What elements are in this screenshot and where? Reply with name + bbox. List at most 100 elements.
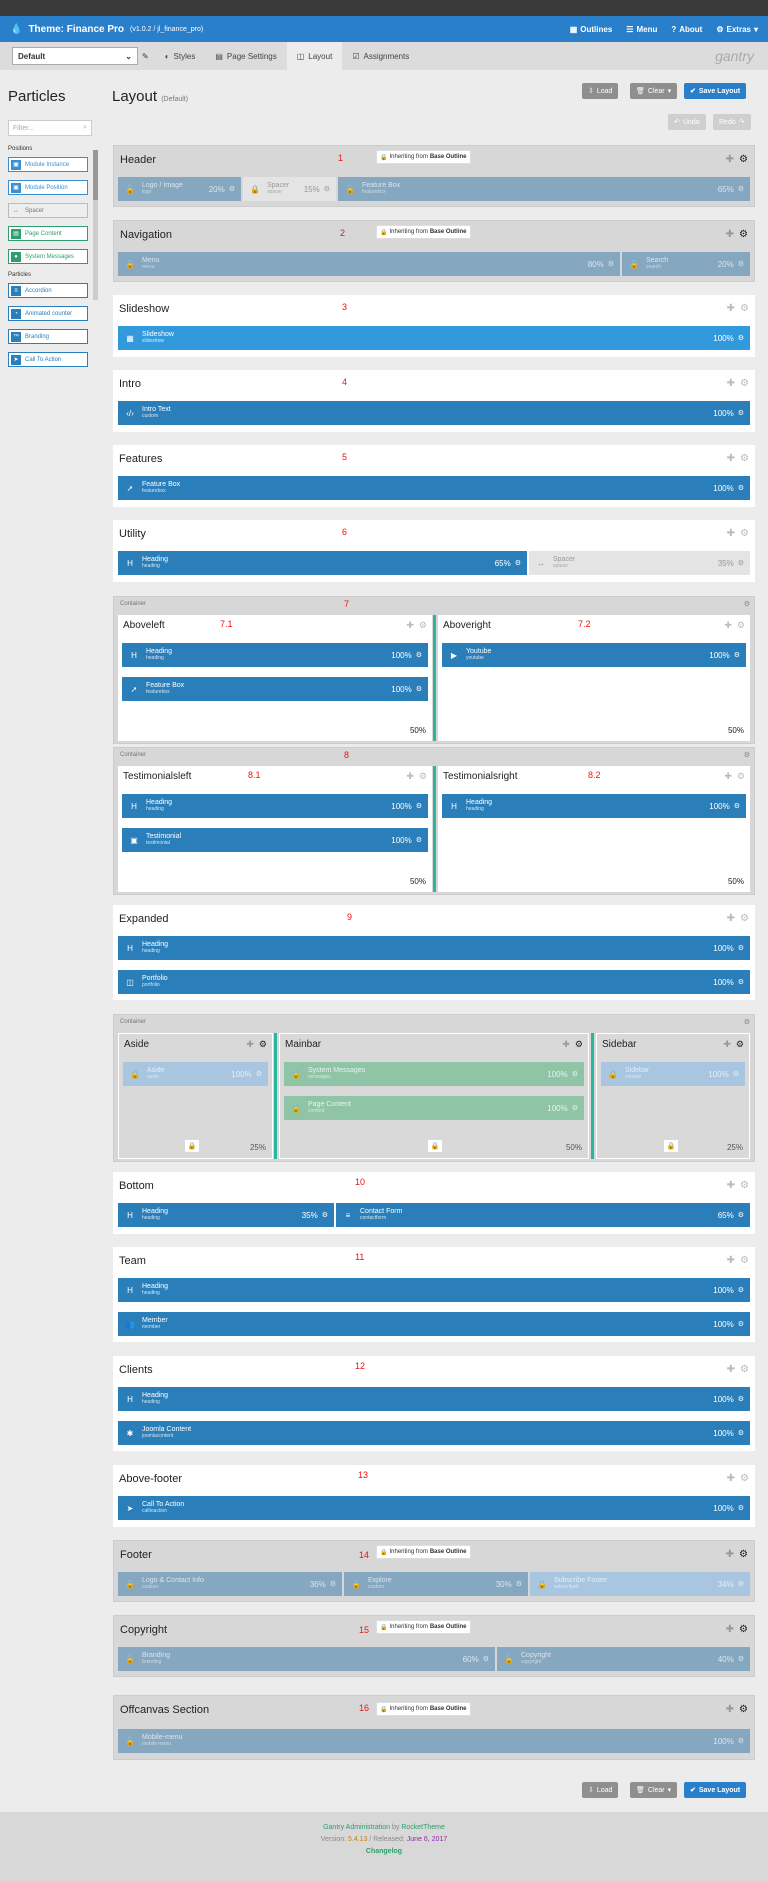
plus-icon[interactable]: ✚ (727, 913, 735, 924)
save-layout-button-bottom[interactable]: ✔ Save Layout (684, 1782, 747, 1798)
gear-icon[interactable]: ⚙ (229, 185, 235, 193)
sidebar-item-page-content[interactable]: ▤ Page Content (8, 226, 88, 241)
gear-icon[interactable]: ⚙ (740, 453, 749, 464)
plus-icon[interactable]: ✚ (727, 1364, 735, 1375)
block-page-content[interactable]: 🔒 Page Content content 100% ⚙ (284, 1096, 584, 1120)
gear-icon[interactable]: ⚙ (738, 1429, 744, 1437)
gear-icon[interactable]: ⚙ (738, 1580, 744, 1588)
sidebar-item-branding[interactable]: ™ Branding (8, 329, 88, 344)
gear-icon[interactable]: ⚙ (738, 409, 744, 417)
block-intro-text[interactable]: ‹/› Intro Text custom 100% ⚙ (118, 401, 750, 425)
gear-icon[interactable]: ⚙ (738, 334, 744, 342)
block-call-to-action[interactable]: ➤ Call To Action calltoaction 100% ⚙ (118, 1496, 750, 1520)
gear-icon[interactable]: ⚙ (416, 651, 422, 659)
gear-icon[interactable]: ⚙ (740, 528, 749, 539)
clear-button[interactable]: 🗑 Clear ▾ (630, 83, 678, 99)
nav-menu[interactable]: ☰ Menu (626, 25, 657, 34)
clear-button-bottom[interactable]: 🗑 Clear ▾ (630, 1782, 678, 1798)
sidebar-item-call-to-action[interactable]: ➤ Call To Action (8, 352, 88, 367)
block-joomla-content[interactable]: ✱ Joomla Content joomlacontent 100% ⚙ (118, 1421, 750, 1445)
gear-icon[interactable]: ⚙ (738, 944, 744, 952)
gear-icon[interactable]: ⚙ (575, 1039, 583, 1050)
gear-icon[interactable]: ⚙ (739, 154, 748, 165)
block-slideshow[interactable]: ▦ Slideshow slideshow 100% ⚙ (118, 326, 750, 350)
block-spacer[interactable]: ↔ Spacer spacer 35% ⚙ (529, 551, 750, 575)
block-copyright[interactable]: 🔒 Copyright copyright 40% ⚙ (497, 1647, 750, 1671)
tab-styles[interactable]: ◐ Styles (155, 42, 206, 70)
block-logo-contact-info[interactable]: 🔒 Logo & Contact Info custom 36% ⚙ (118, 1572, 342, 1596)
block-heading[interactable]: H Heading heading 100% ⚙ (118, 936, 750, 960)
outline-select[interactable]: Default ⌄ (12, 47, 138, 65)
gear-icon[interactable]: ⚙ (416, 685, 422, 693)
block-branding[interactable]: 🔒 Branding branding 60% ⚙ (118, 1647, 495, 1671)
column-splitter[interactable] (433, 615, 436, 741)
undo-button[interactable]: ↶ Undo (668, 114, 706, 130)
gear-icon[interactable]: ⚙ (738, 1395, 744, 1403)
gear-icon[interactable]: ⚙ (416, 836, 422, 844)
sidebar-item-system-messages[interactable]: ● System Messages (8, 249, 88, 264)
gear-icon[interactable]: ⚙ (740, 1180, 749, 1191)
block-sidebar[interactable]: 🔒 Sidebar sidebar 100% ⚙ (601, 1062, 745, 1086)
nav-outlines[interactable]: ▦ Outlines (570, 25, 613, 34)
gear-icon[interactable]: ⚙ (737, 771, 745, 782)
plus-icon[interactable]: ✚ (406, 620, 414, 631)
gear-icon[interactable]: ⚙ (736, 1039, 744, 1050)
plus-icon[interactable]: ✚ (724, 771, 732, 782)
tab-layout[interactable]: ◫ Layout (286, 42, 343, 70)
lock-icon[interactable]: 🔒 (664, 1140, 678, 1152)
gear-icon[interactable]: ⚙ (738, 1211, 744, 1219)
sidebar-item-animated-counter[interactable]: ◔ Animated counter (8, 306, 88, 321)
column-splitter[interactable] (591, 1033, 594, 1159)
gear-icon[interactable]: ⚙ (740, 1473, 749, 1484)
gear-icon[interactable]: ⚙ (738, 978, 744, 986)
gear-icon[interactable]: ⚙ (738, 1655, 744, 1663)
plus-icon[interactable]: ✚ (727, 1180, 735, 1191)
block-logo[interactable]: 🔒 Logo / Image logo 20% ⚙ (118, 177, 241, 201)
block-spacer[interactable]: 🔒 Spacer spacer 15% ⚙ (243, 177, 336, 201)
sidebar-scroll-thumb[interactable] (93, 150, 98, 200)
gear-icon[interactable]: ⚙ (744, 600, 750, 608)
plus-icon[interactable]: ✚ (727, 1255, 735, 1266)
gear-icon[interactable]: ⚙ (739, 1549, 748, 1560)
gear-icon[interactable]: ⚙ (256, 1070, 262, 1078)
gear-icon[interactable]: ⚙ (738, 484, 744, 492)
plus-icon[interactable]: ✚ (726, 1704, 734, 1715)
gear-icon[interactable]: ⚙ (739, 1704, 748, 1715)
gear-icon[interactable]: ⚙ (739, 1624, 748, 1635)
nav-extras[interactable]: ⚙ Extras ▾ (716, 25, 758, 34)
plus-icon[interactable]: ✚ (724, 620, 732, 631)
gear-icon[interactable]: ⚙ (738, 1320, 744, 1328)
block-heading[interactable]: H Heading heading 100% ⚙ (118, 1278, 750, 1302)
gear-icon[interactable]: ⚙ (744, 751, 750, 759)
block-aside[interactable]: 🔒 Aside aside 100% ⚙ (123, 1062, 268, 1086)
gear-icon[interactable]: ⚙ (740, 913, 749, 924)
lock-icon[interactable]: 🔒 (185, 1140, 199, 1152)
gear-icon[interactable]: ⚙ (572, 1070, 578, 1078)
gear-icon[interactable]: ⚙ (515, 559, 521, 567)
lock-icon[interactable]: 🔒 (428, 1140, 442, 1152)
column-splitter[interactable] (274, 1033, 277, 1159)
column-splitter[interactable] (433, 766, 436, 892)
block-heading[interactable]: H Heading heading 100% ⚙ (122, 794, 428, 818)
gear-icon[interactable]: ⚙ (738, 260, 744, 268)
company-link[interactable]: RocketTheme (401, 1824, 445, 1831)
gear-icon[interactable]: ⚙ (330, 1580, 336, 1588)
gear-icon[interactable]: ⚙ (740, 1364, 749, 1375)
block-menu[interactable]: 🔒 Menu menu 80% ⚙ (118, 252, 620, 276)
sidebar-item-module-instance[interactable]: ▣ Module Instance (8, 157, 88, 172)
gear-icon[interactable]: ⚙ (740, 303, 749, 314)
gear-icon[interactable]: ⚙ (572, 1104, 578, 1112)
block-contact-form[interactable]: ≡ Contact Form contactform 65% ⚙ (336, 1203, 750, 1227)
gear-icon[interactable]: ⚙ (740, 378, 749, 389)
pencil-icon[interactable]: ✎ (142, 52, 149, 61)
admin-link[interactable]: Gantry Administration (323, 1824, 390, 1831)
gear-icon[interactable]: ⚙ (738, 185, 744, 193)
block-feature-box[interactable]: 🔒 Feature Box featurebox 65% ⚙ (338, 177, 750, 201)
block-testimonial[interactable]: ▣ Testimonial testimonial 100% ⚙ (122, 828, 428, 852)
plus-icon[interactable]: ✚ (727, 303, 735, 314)
changelog-link[interactable]: Changelog (366, 1848, 402, 1855)
gear-icon[interactable]: ⚙ (324, 185, 330, 193)
gear-icon[interactable]: ⚙ (739, 229, 748, 240)
gear-icon[interactable]: ⚙ (744, 1018, 750, 1026)
gear-icon[interactable]: ⚙ (738, 1504, 744, 1512)
